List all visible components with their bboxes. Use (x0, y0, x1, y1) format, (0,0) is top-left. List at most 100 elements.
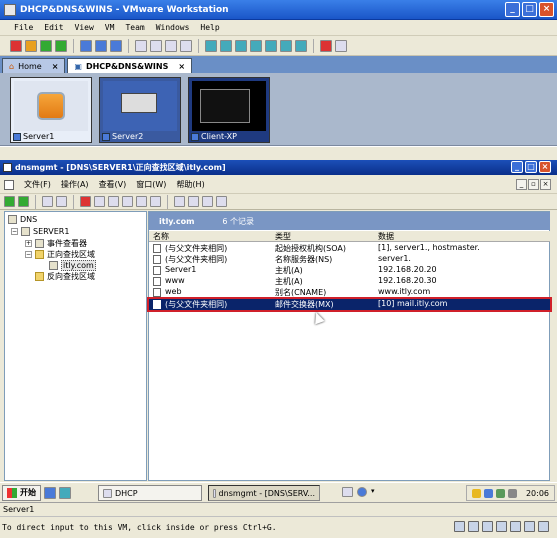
child-close-button[interactable]: × (540, 179, 551, 190)
view-icon[interactable] (150, 196, 161, 207)
menu-view[interactable]: View (75, 23, 94, 32)
start-button[interactable]: 开始 (2, 484, 41, 501)
maximize-button[interactable]: □ (522, 2, 537, 17)
clock[interactable]: 20:06 (526, 489, 549, 498)
thumbnail-server1[interactable]: Server1 (10, 77, 92, 143)
table-row-selected[interactable]: (与父文件夹相同) 邮件交换器(MX) [10] mail.itly.com (147, 297, 552, 312)
floppy-icon[interactable] (468, 521, 479, 532)
table-row[interactable]: www 主机(A) 192.168.20.30 (149, 276, 550, 287)
maximize-button[interactable]: □ (525, 161, 537, 173)
appliance-view-icon[interactable] (280, 39, 292, 52)
export-list-icon[interactable] (122, 196, 133, 207)
message-log-icon[interactable] (538, 521, 549, 532)
team-suspend-icon[interactable] (165, 39, 177, 52)
security-alert-icon[interactable] (471, 488, 481, 498)
refresh-icon[interactable] (108, 196, 119, 207)
tree-node-event-viewer[interactable]: + 事件查看器 (25, 238, 87, 249)
expand-icon[interactable]: + (25, 240, 32, 247)
menu-file[interactable]: File (14, 23, 33, 32)
expand-arrow-icon[interactable]: ▾ (371, 487, 375, 497)
team-reset-icon[interactable] (180, 39, 192, 52)
volume-icon[interactable] (507, 488, 517, 498)
help-icon[interactable] (136, 196, 147, 207)
full-screen-icon[interactable] (235, 39, 247, 52)
summary-view-icon[interactable] (265, 39, 277, 52)
cd-rom-icon[interactable] (482, 521, 493, 532)
table-row[interactable]: (与父文件夹相同) 名称服务器(NS) server1. (149, 254, 550, 265)
menu-edit[interactable]: Edit (44, 23, 63, 32)
close-button[interactable]: × (539, 2, 554, 17)
properties-icon[interactable] (94, 196, 105, 207)
usb-icon[interactable] (510, 521, 521, 532)
task-dnsmgmt[interactable]: dnsmgmt - [DNS\SERV... (208, 485, 320, 501)
thumbnail-client-xp[interactable]: Client-XP (188, 77, 270, 143)
console-view-icon[interactable] (250, 39, 262, 52)
column-header-name[interactable]: 名称 (153, 231, 169, 242)
table-row[interactable]: Server1 主机(A) 192.168.20.20 (149, 265, 550, 276)
team-icon[interactable] (135, 39, 147, 52)
tree-node-zone-itly[interactable]: itly.com (49, 260, 96, 271)
menu-view[interactable]: 查看(V) (99, 179, 127, 190)
child-minimize-button[interactable]: _ (516, 179, 527, 190)
snapshot-manager-icon[interactable] (110, 39, 122, 52)
tree-node-forward-zones[interactable]: − 正向查找区域 (25, 249, 95, 260)
back-icon[interactable] (4, 196, 15, 207)
column-header-type[interactable]: 类型 (275, 231, 291, 242)
power-off-icon[interactable] (10, 39, 22, 52)
record-icon[interactable] (320, 39, 332, 52)
new-host-icon[interactable] (174, 196, 185, 207)
menu-vm[interactable]: VM (105, 23, 115, 32)
internet-explorer-icon[interactable] (44, 487, 56, 499)
language-bar-icon[interactable] (342, 487, 353, 497)
show-desktop-icon[interactable] (59, 487, 71, 499)
unity-icon[interactable] (335, 39, 347, 52)
new-alias-icon[interactable] (188, 196, 199, 207)
up-folder-icon[interactable] (42, 196, 53, 207)
minimize-button[interactable]: _ (511, 161, 523, 173)
table-row[interactable]: web 别名(CNAME) www.itly.com (149, 287, 550, 298)
tab-home[interactable]: ⌂ Home × (2, 58, 66, 73)
child-restore-button[interactable]: ▫ (528, 179, 539, 190)
menu-window[interactable]: 窗口(W) (136, 179, 166, 190)
suspend-icon[interactable] (25, 39, 37, 52)
network-icon[interactable] (495, 488, 505, 498)
quick-switch-icon[interactable] (220, 39, 232, 52)
new-mail-exchanger-icon[interactable] (202, 196, 213, 207)
new-domain-icon[interactable] (216, 196, 227, 207)
hard-disk-icon[interactable] (454, 521, 465, 532)
table-row[interactable]: (与父文件夹相同) 起始授权机构(SOA) [1], server1., hos… (149, 243, 550, 254)
network-adapter-icon[interactable] (496, 521, 507, 532)
collapse-icon[interactable]: − (11, 228, 18, 235)
sound-icon[interactable] (524, 521, 535, 532)
close-button[interactable]: × (539, 161, 551, 173)
column-header-data[interactable]: 数据 (378, 231, 394, 242)
menu-team[interactable]: Team (125, 23, 144, 32)
reset-icon[interactable] (55, 39, 67, 52)
menu-windows[interactable]: Windows (156, 23, 190, 32)
thumbnail-view-icon[interactable] (295, 39, 307, 52)
show-tree-icon[interactable] (56, 196, 67, 207)
snapshot-icon[interactable] (80, 39, 92, 52)
tab-dhcp-dns-wins[interactable]: ▣ DHCP&DNS&WINS × (67, 58, 193, 73)
task-dhcp[interactable]: DHCP (98, 485, 202, 501)
console-icon[interactable] (4, 179, 14, 190)
menu-action[interactable]: 操作(A) (61, 179, 89, 190)
network-icon[interactable] (483, 488, 493, 498)
forward-icon[interactable] (18, 196, 29, 207)
menu-help[interactable]: 帮助(H) (176, 179, 204, 190)
close-tab-icon[interactable]: × (52, 62, 59, 71)
power-on-icon[interactable] (40, 39, 52, 52)
tree-node-server1[interactable]: − SERVER1 (11, 227, 69, 236)
team-power-icon[interactable] (150, 39, 162, 52)
help-icon[interactable] (357, 487, 367, 497)
tree-node-reverse-zones[interactable]: 反向查找区域 (25, 271, 95, 282)
close-tab-icon[interactable]: × (178, 62, 185, 71)
minimize-button[interactable]: _ (505, 2, 520, 17)
thumbnail-server2[interactable]: Server2 (99, 77, 181, 143)
delete-icon[interactable] (80, 196, 91, 207)
collapse-icon[interactable]: − (25, 251, 32, 258)
show-sidebar-icon[interactable] (205, 39, 217, 52)
menu-help[interactable]: Help (200, 23, 219, 32)
revert-snapshot-icon[interactable] (95, 39, 107, 52)
tree-node-dns[interactable]: DNS (8, 215, 37, 224)
